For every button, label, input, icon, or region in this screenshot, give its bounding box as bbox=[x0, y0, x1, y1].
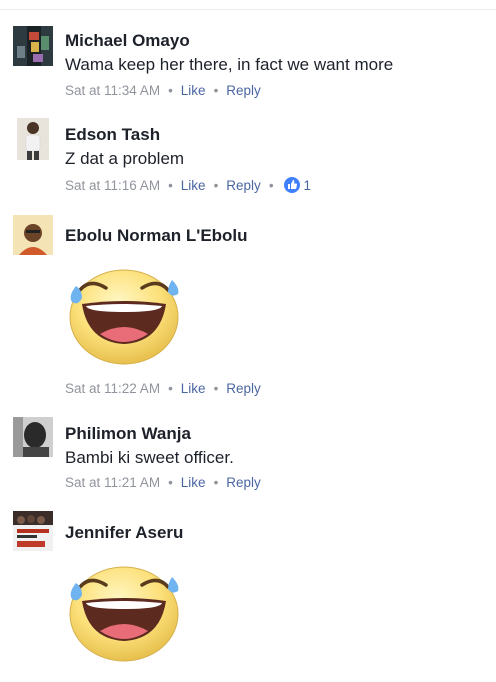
avatar[interactable] bbox=[17, 118, 49, 160]
separator-dot: • bbox=[268, 178, 274, 194]
comment-timestamp[interactable]: Sat at 11:22 AM bbox=[65, 381, 160, 396]
separator-dot: • bbox=[168, 381, 173, 396]
like-button[interactable]: Like bbox=[181, 381, 206, 396]
comment-timestamp[interactable]: Sat at 11:21 AM bbox=[65, 475, 160, 490]
avatar[interactable] bbox=[13, 511, 53, 551]
avatar[interactable] bbox=[13, 417, 53, 457]
separator-dot: • bbox=[213, 178, 219, 194]
laughing-tears-sticker bbox=[62, 262, 188, 366]
separator-dot: • bbox=[168, 178, 173, 194]
comment-text: Z dat a problem bbox=[65, 149, 185, 168]
commenter-name[interactable]: Jennifer Aseru bbox=[65, 523, 183, 543]
avatar[interactable] bbox=[13, 215, 53, 255]
commenter-name[interactable]: Michael Omayo bbox=[65, 31, 190, 51]
avatar[interactable] bbox=[13, 26, 53, 66]
commenter-name[interactable]: Philimon Wanja bbox=[65, 424, 191, 444]
comment-text: Wama keep her there, in fact we want mor… bbox=[65, 55, 394, 74]
comment-meta: Sat at 11:16 AM • Like • Reply • 1 bbox=[65, 177, 311, 196]
separator-dot: • bbox=[213, 381, 219, 396]
separator-dot: • bbox=[168, 475, 173, 490]
separator-dot: • bbox=[168, 83, 173, 98]
reaction-count[interactable]: 1 bbox=[304, 178, 312, 193]
comment-timestamp[interactable]: Sat at 11:34 AM bbox=[65, 83, 160, 98]
reply-button[interactable]: Reply bbox=[226, 475, 261, 490]
comment-meta: Sat at 11:21 AM • Like • Reply bbox=[65, 475, 261, 490]
like-button[interactable]: Like bbox=[181, 178, 206, 193]
like-button[interactable]: Like bbox=[181, 475, 206, 490]
commenter-name[interactable]: Ebolu Norman L'Ebolu bbox=[65, 226, 248, 246]
reply-button[interactable]: Reply bbox=[226, 178, 261, 193]
top-divider bbox=[0, 9, 496, 10]
separator-dot: • bbox=[213, 83, 219, 98]
commenter-name[interactable]: Edson Tash bbox=[65, 125, 160, 145]
comment-meta: Sat at 11:22 AM • Like • Reply bbox=[65, 381, 261, 396]
comment-timestamp[interactable]: Sat at 11:16 AM bbox=[65, 178, 160, 193]
reply-button[interactable]: Reply bbox=[226, 83, 261, 98]
like-button[interactable]: Like bbox=[181, 83, 206, 98]
comment-meta: Sat at 11:34 AM • Like • Reply bbox=[65, 83, 261, 98]
laughing-tears-sticker bbox=[62, 559, 188, 663]
like-thumbs-up-icon[interactable] bbox=[283, 177, 300, 196]
reply-button[interactable]: Reply bbox=[226, 381, 261, 396]
separator-dot: • bbox=[213, 475, 219, 490]
comment-text: Bambi ki sweet officer. bbox=[65, 448, 234, 467]
